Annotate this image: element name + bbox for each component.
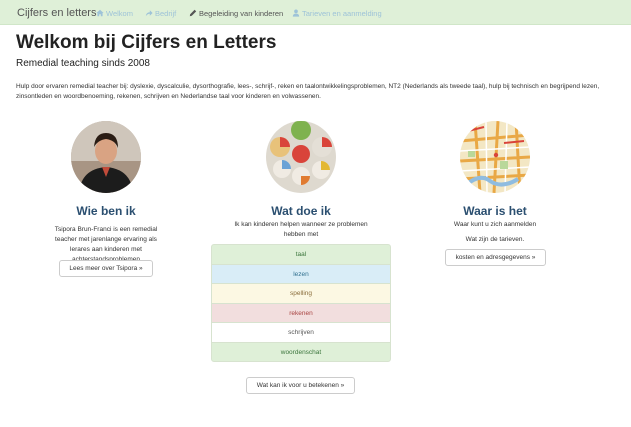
page-subtitle: Remedial teaching sinds 2008 <box>16 58 150 69</box>
where-title: Waar is het <box>463 204 527 218</box>
read-more-button[interactable]: Lees meer over Tsipora » <box>59 260 153 277</box>
nav-item-label: Welkom <box>106 9 133 18</box>
page-title: Welkom bij Cijfers en Letters <box>16 32 277 53</box>
intro-text: Hulp door ervaren remedial teacher bij: … <box>16 83 600 100</box>
what-title: Wat doe ik <box>271 204 331 218</box>
who-text: Tsipora Brun-Franci is een remedial teac… <box>54 226 158 263</box>
home-icon <box>96 9 104 17</box>
pencil-icon <box>189 9 197 17</box>
share-icon <box>145 10 153 17</box>
nav-item-bedrijf[interactable]: Bedrijf <box>145 9 176 18</box>
learning-materials-image <box>266 121 336 193</box>
list-item: lezen <box>211 263 391 284</box>
nav-item-label: Tarieven en aanmelding <box>302 9 382 18</box>
nav-item-welkom[interactable]: Welkom <box>96 9 133 18</box>
list-item: woordenschat <box>211 341 391 362</box>
navbar: Cijfers en letters Welkom Bedrijf Begele… <box>0 0 631 25</box>
brand-link[interactable]: Cijfers en letters <box>17 7 96 19</box>
list-item: schrijven <box>211 322 391 343</box>
map-image <box>460 121 530 193</box>
list-item: rekenen <box>211 302 391 323</box>
list-item: spelling <box>211 283 391 304</box>
nav-item-tarieven[interactable]: Tarieven en aanmelding <box>292 9 382 18</box>
nav-item-label: Begeleiding van kinderen <box>199 9 284 18</box>
services-button[interactable]: Wat kan ik voor u betekenen » <box>246 377 355 394</box>
where-text-signup: Waar kunt u zich aanmelden <box>453 221 537 228</box>
nav-item-label: Bedrijf <box>155 9 177 18</box>
user-icon <box>292 9 300 17</box>
list-item: taal <box>211 244 391 265</box>
costs-address-button[interactable]: kosten en adresgegevens » <box>445 249 546 266</box>
nav-item-begeleiding[interactable]: Begeleiding van kinderen <box>189 9 283 18</box>
portrait-image <box>71 121 141 193</box>
what-text: Ik kan kinderen helpen wanneer ze proble… <box>234 221 368 238</box>
skills-list: taal lezen spelling rekenen schrijven wo… <box>211 244 391 362</box>
where-text-rates: Wat zijn de tarieven. <box>465 236 525 243</box>
who-title: Wie ben ik <box>76 204 136 218</box>
